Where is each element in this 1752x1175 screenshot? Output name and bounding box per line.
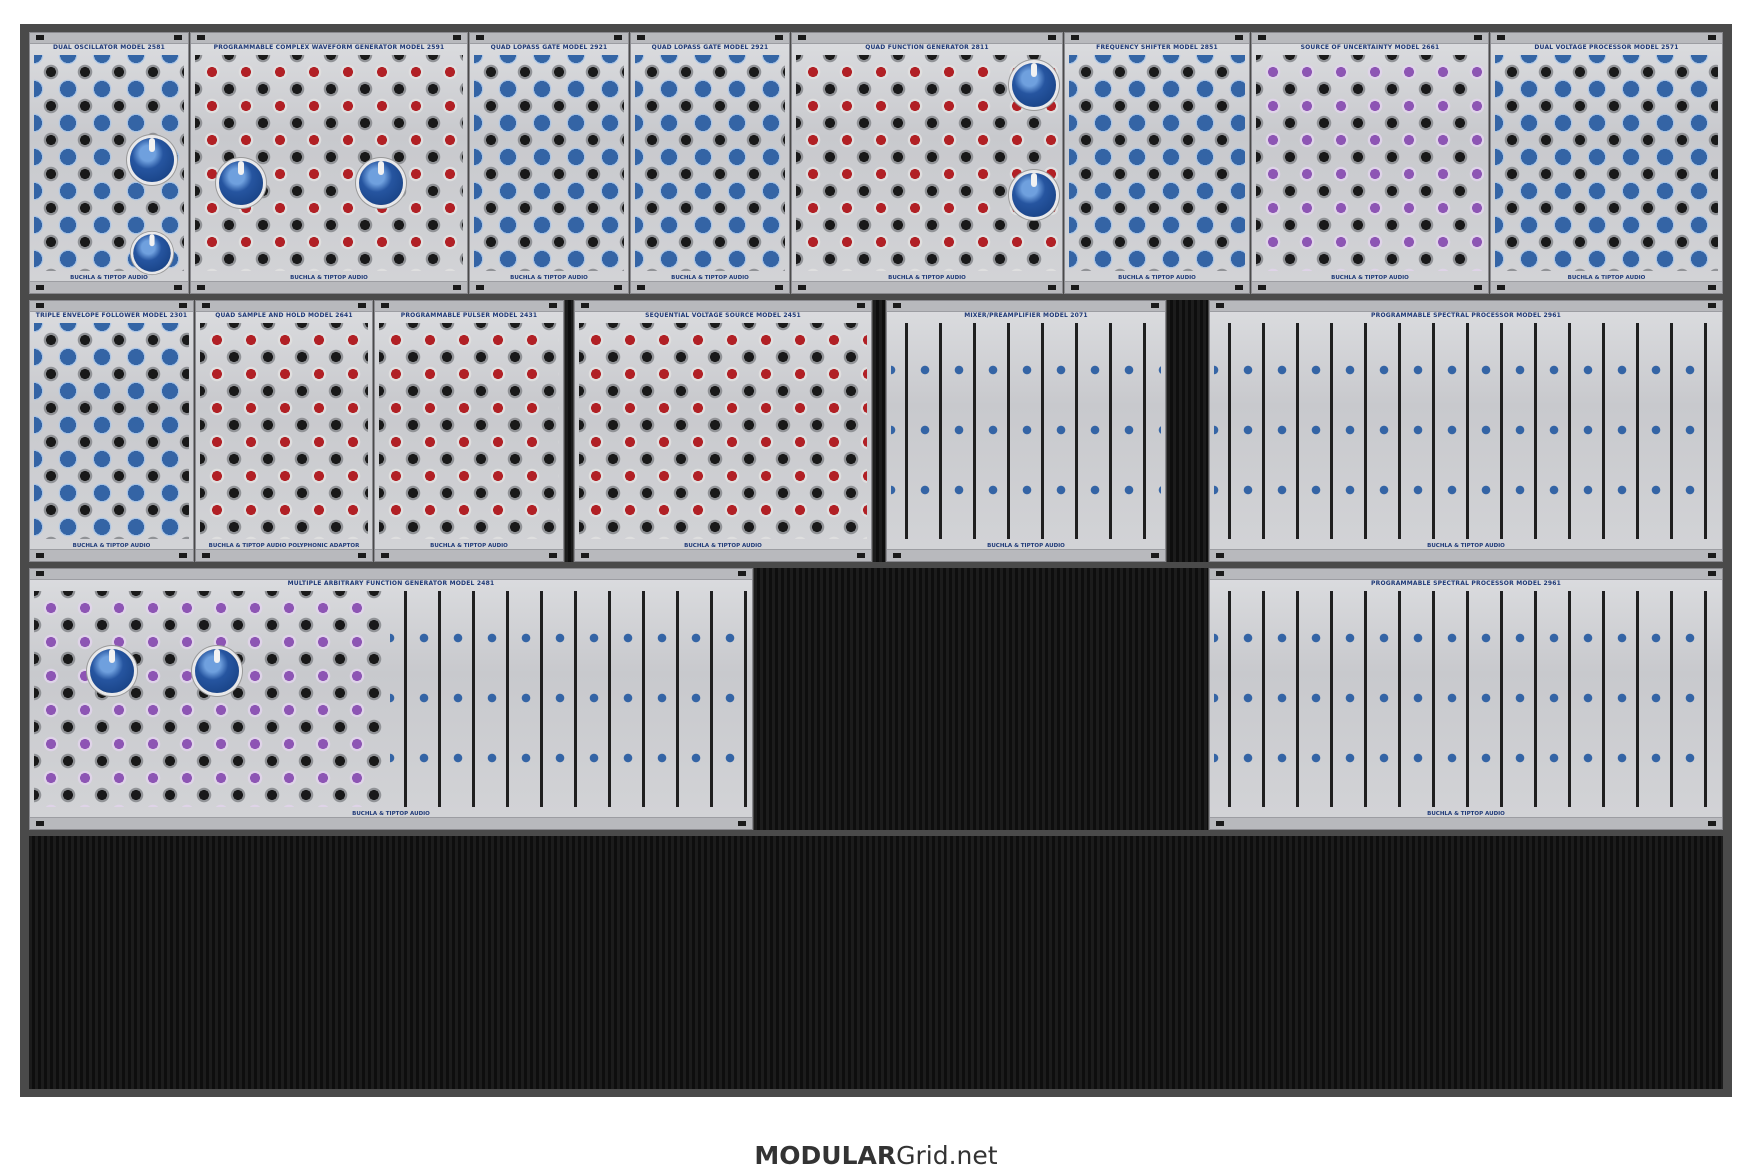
module-panel-controls[interactable] <box>34 591 382 807</box>
module-spectral-processor-1[interactable]: PROGRAMMABLE SPECTRAL PROCESSOR MODEL 29… <box>1209 300 1723 562</box>
freq-knob[interactable] <box>133 234 171 272</box>
module-panel-controls[interactable] <box>34 323 189 539</box>
module-panel-controls[interactable] <box>1069 55 1245 271</box>
rack-row-4-empty <box>29 836 1723 1089</box>
module-title: MULTIPLE ARBITRARY FUNCTION GENERATOR MO… <box>287 580 495 587</box>
module-title: TRIPLE ENVELOPE FOLLOWER MODEL 2301 <box>35 312 188 319</box>
module-panel-controls[interactable] <box>1256 55 1484 271</box>
module-title: DUAL OSCILLATOR MODEL 2581 <box>53 44 165 51</box>
module-source-of-uncertainty[interactable]: SOURCE OF UNCERTAINTY MODEL 2661 BUCHLA … <box>1251 32 1489 294</box>
module-mixer-preamplifier[interactable]: MIXER/PREAMPLIFIER MODEL 2071 BUCHLA & T… <box>886 300 1166 562</box>
blank-panel <box>1167 300 1208 562</box>
logo-bold-text: MODULAR <box>754 1141 897 1170</box>
module-panel-controls[interactable] <box>200 323 368 539</box>
module-title: PROGRAMMABLE PULSER MODEL 2431 <box>400 312 538 319</box>
module-panel-controls[interactable] <box>1495 55 1718 271</box>
module-spectral-processor-2[interactable]: PROGRAMMABLE SPECTRAL PROCESSOR MODEL 29… <box>1209 568 1723 830</box>
module-title: DUAL VOLTAGE PROCESSOR MODEL 2571 <box>1534 44 1679 51</box>
module-title: FREQUENCY SHIFTER MODEL 2851 <box>1096 44 1218 51</box>
module-multiple-arbitrary-function-generator[interactable]: MULTIPLE ARBITRARY FUNCTION GENERATOR MO… <box>29 568 753 830</box>
module-title: QUAD LOPASS GATE MODEL 2921 <box>490 44 608 51</box>
quadrature-knob[interactable] <box>1012 63 1056 107</box>
module-title: SOURCE OF UNCERTAINTY MODEL 2661 <box>1300 44 1440 51</box>
module-panel-controls[interactable] <box>379 323 559 539</box>
module-title: SEQUENTIAL VOLTAGE SOURCE MODEL 2451 <box>645 312 801 319</box>
module-title: QUAD LOPASS GATE MODEL 2921 <box>651 44 769 51</box>
module-panel-controls[interactable] <box>1214 323 1718 539</box>
freq-knob[interactable] <box>130 138 174 182</box>
module-quad-lopass-gate-2[interactable]: QUAD LOPASS GATE MODEL 2921 BUCHLA & TIP… <box>630 32 790 294</box>
frequency-knob[interactable] <box>219 161 263 205</box>
module-quad-sample-and-hold[interactable]: QUAD SAMPLE AND HOLD MODEL 2641 BUCHLA &… <box>195 300 373 562</box>
module-panel-controls[interactable] <box>579 323 867 539</box>
rack-row-3: MULTIPLE ARBITRARY FUNCTION GENERATOR MO… <box>29 568 1723 830</box>
module-sequential-voltage-source[interactable]: SEQUENTIAL VOLTAGE SOURCE MODEL 2451 BUC… <box>574 300 872 562</box>
blank-panel <box>873 300 885 562</box>
module-title: MIXER/PREAMPLIFIER MODEL 2071 <box>964 312 1088 319</box>
quadrature-knob[interactable] <box>1012 173 1056 217</box>
module-quad-lopass-gate-1[interactable]: QUAD LOPASS GATE MODEL 2921 BUCHLA & TIP… <box>469 32 629 294</box>
module-panel-controls[interactable] <box>390 591 748 807</box>
rack-row-2: TRIPLE ENVELOPE FOLLOWER MODEL 2301 BUCH… <box>29 300 1723 562</box>
time-multiplier-knob[interactable] <box>195 649 239 693</box>
module-dual-oscillator[interactable]: DUAL OSCILLATOR MODEL 2581 BUCHLA & TIPT… <box>29 32 189 294</box>
pitch-knob[interactable] <box>359 161 403 205</box>
eurorack-case: DUAL OSCILLATOR MODEL 2581 BUCHLA & TIPT… <box>20 24 1732 1097</box>
module-panel-controls[interactable] <box>1214 591 1718 807</box>
blank-panel <box>754 568 1208 830</box>
module-triple-envelope-follower[interactable]: TRIPLE ENVELOPE FOLLOWER MODEL 2301 BUCH… <box>29 300 194 562</box>
module-panel-controls[interactable] <box>891 323 1161 539</box>
module-programmable-pulser[interactable]: PROGRAMMABLE PULSER MODEL 2431 BUCHLA & … <box>374 300 564 562</box>
site-logo[interactable]: MODULARGrid.net <box>0 1141 1752 1170</box>
module-title: PROGRAMMABLE SPECTRAL PROCESSOR MODEL 29… <box>1371 580 1561 587</box>
module-panel-controls[interactable] <box>474 55 624 271</box>
module-panel-controls[interactable] <box>635 55 785 271</box>
time-multiplier-knob[interactable] <box>90 649 134 693</box>
module-complex-waveform-generator[interactable]: PROGRAMMABLE COMPLEX WAVEFORM GENERATOR … <box>190 32 468 294</box>
blank-panel <box>565 300 573 562</box>
module-title: QUAD SAMPLE AND HOLD MODEL 2641 <box>215 312 353 319</box>
module-title: PROGRAMMABLE SPECTRAL PROCESSOR MODEL 29… <box>1371 312 1561 319</box>
module-title: PROGRAMMABLE COMPLEX WAVEFORM GENERATOR … <box>213 44 445 51</box>
module-title: QUAD FUNCTION GENERATOR 2811 <box>865 44 989 51</box>
module-frequency-shifter[interactable]: FREQUENCY SHIFTER MODEL 2851 BUCHLA & TI… <box>1064 32 1250 294</box>
rack-row-1: DUAL OSCILLATOR MODEL 2581 BUCHLA & TIPT… <box>29 32 1723 294</box>
module-quad-function-generator[interactable]: QUAD FUNCTION GENERATOR 2811 BUCHLA & TI… <box>791 32 1063 294</box>
module-dual-voltage-processor[interactable]: DUAL VOLTAGE PROCESSOR MODEL 2571 BUCHLA… <box>1490 32 1723 294</box>
logo-regular-text: Grid.net <box>896 1141 998 1170</box>
